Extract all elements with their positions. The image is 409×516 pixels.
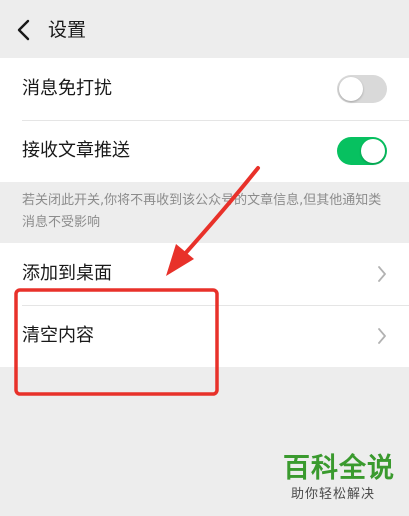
chevron-left-icon [17,19,30,41]
do-not-disturb-row: 消息免打扰 [0,58,409,120]
clear-content-row[interactable]: 清空内容 [0,305,409,367]
receive-push-toggle[interactable] [337,137,387,165]
nav-header: 设置 [0,0,409,58]
page-title: 设置 [48,19,87,41]
do-not-disturb-toggle[interactable] [337,75,387,103]
notification-settings-group: 消息免打扰 接收文章推送 [0,58,409,182]
toggle-knob [339,77,363,101]
back-button[interactable] [12,16,36,44]
actions-group: 添加到桌面 清空内容 [0,243,409,367]
receive-push-row: 接收文章推送 [0,120,409,182]
do-not-disturb-label: 消息免打扰 [22,78,112,99]
toggle-knob [361,139,385,163]
watermark-logo-text: 百科全说 [283,453,395,484]
add-to-desktop-row[interactable]: 添加到桌面 [0,243,409,305]
receive-push-label: 接收文章推送 [22,140,130,161]
watermark-tagline: 助你轻松解决 [291,487,376,502]
push-hint-text: 若关闭此开关,你将不再收到该公众号的文章信息,但其他通知类消息不受影响 [22,193,382,230]
chevron-right-icon [378,266,386,282]
add-to-desktop-label: 添加到桌面 [22,263,112,284]
chevron-right-icon [378,328,386,344]
clear-content-label: 清空内容 [22,325,94,346]
